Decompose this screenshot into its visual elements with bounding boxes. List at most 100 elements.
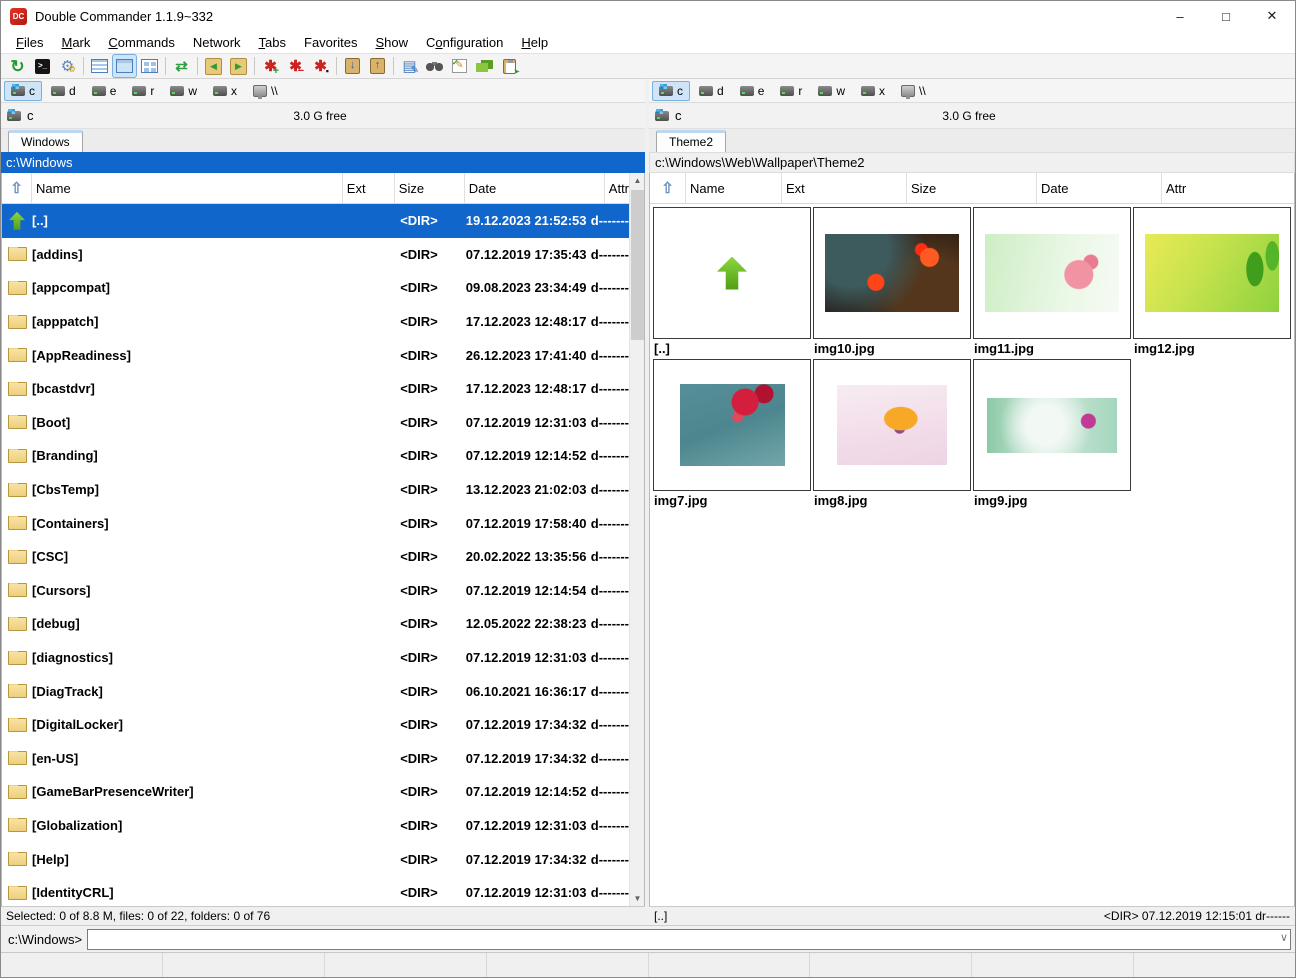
swap-panels-icon[interactable]: ⇄: [169, 54, 194, 78]
function-key-button[interactable]: [324, 953, 486, 977]
table-row[interactable]: [GameBarPresenceWriter] <DIR> 07.12.2019…: [2, 775, 629, 809]
table-row[interactable]: [apppatch] <DIR> 17.12.2023 12:48:17 d--…: [2, 305, 629, 339]
table-row[interactable]: [addins] <DIR> 07.12.2019 17:35:43 d----…: [2, 238, 629, 272]
extract-icon[interactable]: ↑: [365, 54, 390, 78]
scroll-up-icon[interactable]: ▲: [630, 173, 645, 188]
close-button[interactable]: ✕: [1249, 1, 1295, 31]
menu-item[interactable]: Configuration: [417, 33, 512, 52]
options-icon[interactable]: ⚙: [55, 54, 80, 78]
sync-dirs-icon[interactable]: [472, 54, 497, 78]
drive-button[interactable]: x: [854, 81, 892, 101]
scrollbar-thumb[interactable]: [631, 190, 644, 340]
function-key-button[interactable]: [162, 953, 324, 977]
command-input[interactable]: [87, 929, 1291, 950]
left-scrollbar[interactable]: ▲ ▼: [629, 173, 644, 906]
thumbnail-item[interactable]: img10.jpg: [813, 207, 971, 358]
drive-button[interactable]: c: [4, 81, 42, 101]
drive-button[interactable]: w: [811, 81, 852, 101]
right-path-bar[interactable]: c:\Windows\Web\Wallpaper\Theme2: [649, 152, 1295, 173]
column-header-size[interactable]: Size: [395, 173, 465, 203]
column-header-name[interactable]: Name: [32, 173, 343, 203]
table-row[interactable]: [Branding] <DIR> 07.12.2019 12:14:52 d--…: [2, 439, 629, 473]
table-row[interactable]: [DigitalLocker] <DIR> 07.12.2019 17:34:3…: [2, 708, 629, 742]
drive-button[interactable]: e: [733, 81, 772, 101]
terminal-icon[interactable]: >_: [30, 54, 55, 78]
invert-selection-icon[interactable]: ✱: [308, 54, 333, 78]
function-key-button[interactable]: [809, 953, 971, 977]
function-key-button[interactable]: [1133, 953, 1295, 977]
table-row[interactable]: [Cursors] <DIR> 07.12.2019 12:14:54 d---…: [2, 574, 629, 608]
nav-button[interactable]: [1241, 106, 1263, 126]
nav-button[interactable]: [1163, 106, 1185, 126]
toolbar-button[interactable]: [333, 54, 340, 78]
maximize-button[interactable]: □: [1203, 1, 1249, 31]
minimize-button[interactable]: –: [1157, 1, 1203, 31]
toolbar-button[interactable]: [80, 54, 87, 78]
table-row[interactable]: [bcastdvr] <DIR> 17.12.2023 12:48:17 d--…: [2, 372, 629, 406]
toolbar-button[interactable]: [251, 54, 258, 78]
function-key-button[interactable]: [648, 953, 810, 977]
column-header-attr[interactable]: Attr: [605, 173, 629, 203]
toolbar-button[interactable]: [162, 54, 169, 78]
table-row[interactable]: [..] <DIR> 19.12.2023 21:52:53 d-------: [2, 204, 629, 238]
menu-item[interactable]: Files: [7, 33, 52, 52]
thumbnail-item[interactable]: img11.jpg: [973, 207, 1131, 358]
table-row[interactable]: [diagnostics] <DIR> 07.12.2019 12:31:03 …: [2, 641, 629, 675]
drive-button[interactable]: w: [163, 81, 204, 101]
column-header-ext[interactable]: Ext: [343, 173, 395, 203]
table-row[interactable]: [AppReadiness] <DIR> 26.12.2023 17:41:40…: [2, 338, 629, 372]
drive-button[interactable]: r: [125, 81, 161, 101]
thumbnail-item[interactable]: [..]: [653, 207, 811, 358]
menu-item[interactable]: Help: [512, 33, 557, 52]
function-key-button[interactable]: [1, 953, 162, 977]
back-icon[interactable]: ◀: [201, 54, 226, 78]
drive-button[interactable]: d: [44, 81, 83, 101]
drive-button[interactable]: x: [206, 81, 244, 101]
nav-button[interactable]: [1215, 106, 1237, 126]
history-dropdown-icon[interactable]: ∨: [1280, 931, 1288, 944]
drive-button[interactable]: r: [773, 81, 809, 101]
column-header-date[interactable]: Date: [465, 173, 605, 203]
drive-button[interactable]: c: [652, 81, 690, 101]
thumbnail-item[interactable]: img8.jpg: [813, 359, 971, 510]
column-header-date[interactable]: Date: [1037, 173, 1162, 203]
drive-button[interactable]: e: [85, 81, 124, 101]
menu-item[interactable]: Tabs: [250, 33, 295, 52]
brief-view-icon[interactable]: [87, 54, 112, 78]
select-group-icon[interactable]: ✱: [258, 54, 283, 78]
nav-button[interactable]: [513, 106, 535, 126]
thumbnail-item[interactable]: img7.jpg: [653, 359, 811, 510]
table-row[interactable]: [Boot] <DIR> 07.12.2019 12:31:03 d------…: [2, 406, 629, 440]
multi-rename-icon[interactable]: ▤: [397, 54, 422, 78]
thumbnail-item[interactable]: img12.jpg: [1133, 207, 1291, 358]
table-row[interactable]: [en-US] <DIR> 07.12.2019 17:34:32 d-----…: [2, 742, 629, 776]
table-row[interactable]: [debug] <DIR> 12.05.2022 22:38:23 d-----…: [2, 607, 629, 641]
table-row[interactable]: [CbsTemp] <DIR> 13.12.2023 21:02:03 d---…: [2, 473, 629, 507]
column-header-name[interactable]: Name: [686, 173, 782, 203]
drive-button[interactable]: d: [692, 81, 731, 101]
left-path-bar[interactable]: c:\Windows: [1, 152, 645, 173]
column-header-size[interactable]: Size: [907, 173, 1037, 203]
menu-item[interactable]: Commands: [99, 33, 183, 52]
clipboard-icon[interactable]: [497, 54, 522, 78]
nav-button[interactable]: [1189, 106, 1211, 126]
sort-header[interactable]: ⇧: [2, 173, 32, 203]
refresh-icon[interactable]: ↻: [5, 54, 30, 78]
table-row[interactable]: [Containers] <DIR> 07.12.2019 17:58:40 d…: [2, 506, 629, 540]
checksum-icon[interactable]: ✎: [447, 54, 472, 78]
forward-icon[interactable]: ▶: [226, 54, 251, 78]
column-header-attr[interactable]: Attr: [1162, 173, 1294, 203]
menu-item[interactable]: Show: [366, 33, 417, 52]
search-icon[interactable]: [422, 54, 447, 78]
nav-button[interactable]: [539, 106, 561, 126]
menu-item[interactable]: Mark: [52, 33, 99, 52]
toolbar-button[interactable]: [194, 54, 201, 78]
nav-button[interactable]: [617, 106, 639, 126]
function-key-button[interactable]: [971, 953, 1133, 977]
tab-theme2[interactable]: Theme2: [656, 130, 726, 152]
full-view-icon[interactable]: [112, 54, 137, 78]
function-key-button[interactable]: [486, 953, 648, 977]
table-row[interactable]: [Globalization] <DIR> 07.12.2019 12:31:0…: [2, 809, 629, 843]
network-button[interactable]: \\: [246, 81, 285, 101]
thumbnails-view-icon[interactable]: [137, 54, 162, 78]
